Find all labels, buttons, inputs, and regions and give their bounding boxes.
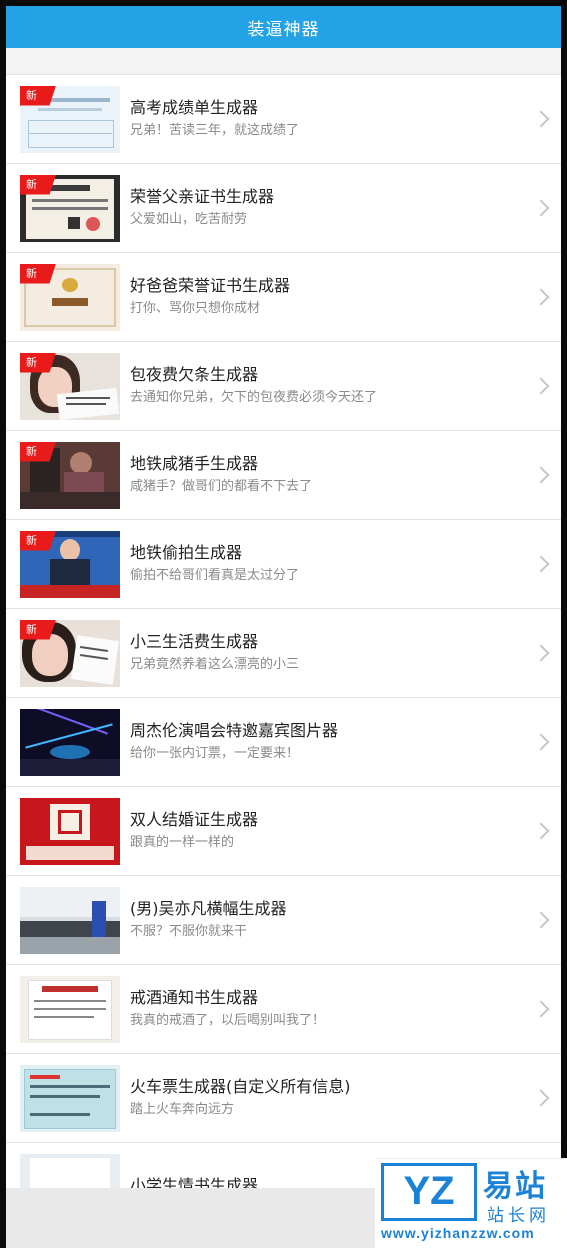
item-subtitle: 打你、骂你只想你成材 — [130, 301, 261, 316]
item-subtitle: 咸猪手？做哥们的都看不下去了 — [130, 479, 313, 494]
banner-thumb — [20, 886, 120, 954]
list-item[interactable]: 新地铁咸猪手生成器咸猪手？做哥们的都看不下去了 — [6, 431, 561, 520]
list-item[interactable]: 双人结婚证生成器跟真的一样一样的 — [6, 787, 561, 876]
list-item[interactable]: 新荣誉父亲证书生成器父爱如山，吃苦耐劳 — [6, 164, 561, 253]
item-text: 双人结婚证生成器跟真的一样一样的 — [130, 809, 561, 853]
concert-thumb — [20, 708, 120, 776]
certificate-thumb: 新 — [20, 174, 120, 242]
news-anchor-thumb: 新 — [20, 530, 120, 598]
list-item[interactable]: 戒酒通知书生成器我真的戒酒了，以后喝别叫我了！ — [6, 965, 561, 1054]
item-text: 周杰伦演唱会特邀嘉宾图片器给你一张内订票，一定要来！ — [130, 720, 561, 764]
list-item[interactable]: 新高考成绩单生成器兄弟！苦读三年，就这成绩了 — [6, 75, 561, 164]
girl-card-thumb: 新 — [20, 619, 120, 687]
item-subtitle: 去通知你兄弟，欠下的包夜费必须今天还了 — [130, 390, 378, 405]
list-item[interactable]: 新好爸爸荣誉证书生成器打你、骂你只想你成材 — [6, 253, 561, 342]
item-title: 地铁咸猪手生成器 — [130, 454, 259, 473]
item-text: 包夜费欠条生成器去通知你兄弟，欠下的包夜费必须今天还了 — [130, 364, 561, 408]
item-subtitle: 不服？不服你就来干 — [130, 924, 248, 939]
item-text: 荣誉父亲证书生成器父爱如山，吃苦耐劳 — [130, 186, 561, 230]
item-subtitle: 踏上火车奔向远方 — [130, 1102, 235, 1117]
item-text: 高考成绩单生成器兄弟！苦读三年，就这成绩了 — [130, 97, 561, 141]
item-title: 高考成绩单生成器 — [130, 98, 259, 117]
item-text: 小三生活费生成器兄弟竟然养着这么漂亮的小三 — [130, 631, 561, 675]
item-text: 戒酒通知书生成器我真的戒酒了，以后喝别叫我了！ — [130, 987, 561, 1031]
watermark-title: 易站 — [483, 1169, 547, 1204]
item-title: 戒酒通知书生成器 — [130, 988, 259, 1007]
list-item[interactable]: 火车票生成器(自定义所有信息) 踏上火车奔向远方 — [6, 1054, 561, 1143]
item-subtitle: 我真的戒酒了，以后喝别叫我了！ — [130, 1013, 326, 1028]
watermark-subtitle: 站长网 — [487, 1206, 550, 1226]
list-item[interactable]: 周杰伦演唱会特邀嘉宾图片器给你一张内订票，一定要来！ — [6, 698, 561, 787]
item-title: 好爸爸荣誉证书生成器 — [130, 276, 291, 295]
item-text: 地铁咸猪手生成器咸猪手？做哥们的都看不下去了 — [130, 453, 561, 497]
train-ticket-thumb — [20, 1064, 120, 1132]
item-text: 地铁偷拍生成器偷拍不给哥们看真是太过分了 — [130, 542, 561, 586]
right-border — [561, 0, 567, 1248]
generator-list: 新高考成绩单生成器 兄弟！苦读三年，就这成绩了新荣誉父亲证书生成器 父爱如山，吃苦耐… — [6, 75, 561, 1232]
list-item[interactable]: 新小三生活费生成器兄弟竟然养着这么漂亮的小三 — [6, 609, 561, 698]
watermark-url: www.yizhanzzw.com — [381, 1225, 535, 1241]
list-item[interactable]: 新地铁偷拍生成器偷拍不给哥们看真是太过分了 — [6, 520, 561, 609]
list-item[interactable]: 新包夜费欠条生成器去通知你兄弟，欠下的包夜费必须今天还了 — [6, 342, 561, 431]
header-bar: 装逼神器 — [6, 6, 561, 48]
list-item[interactable]: (男)吴亦凡横幅生成器不服？不服你就来干 — [6, 876, 561, 965]
item-text: 好爸爸荣誉证书生成器打你、骂你只想你成材 — [130, 275, 561, 319]
app-frame: 装逼神器 新高考成绩单生成器 兄弟！苦读三年，就这成绩了新荣誉父亲证书生成器 父爱如… — [0, 0, 567, 1249]
item-title: 周杰伦演唱会特邀嘉宾图片器 — [130, 721, 339, 740]
item-subtitle: 跟真的一样一样的 — [130, 835, 235, 850]
exam-report-thumb: 新 — [20, 85, 120, 153]
item-subtitle: 兄弟！苦读三年，就这成绩了 — [130, 123, 300, 138]
item-title: 小三生活费生成器 — [130, 632, 259, 651]
item-subtitle: 父爱如山，吃苦耐劳 — [130, 212, 248, 227]
page-title: 装逼神器 — [247, 19, 320, 40]
honor-certificate-thumb: 新 — [20, 263, 120, 331]
notice-thumb — [20, 975, 120, 1043]
item-title: 荣誉父亲证书生成器 — [130, 187, 275, 206]
item-text: (男)吴亦凡横幅生成器不服？不服你就来干 — [130, 898, 561, 942]
girl-note-thumb: 新 — [20, 352, 120, 420]
item-subtitle: 给你一张内订票，一定要来！ — [130, 746, 300, 761]
item-text: 火车票生成器(自定义所有信息) 踏上火车奔向远方 — [130, 1076, 561, 1120]
item-title: 包夜费欠条生成器 — [130, 365, 259, 384]
footer-bar — [6, 1188, 375, 1248]
item-title: 地铁偷拍生成器 — [130, 543, 243, 562]
item-title: 火车票生成器(自定义所有信息) — [130, 1077, 351, 1096]
item-title: (男)吴亦凡横幅生成器 — [130, 899, 287, 918]
watermark-logo: YZ — [381, 1163, 477, 1221]
subway-thumb: 新 — [20, 441, 120, 509]
item-subtitle: 偷拍不给哥们看真是太过分了 — [130, 568, 300, 583]
header-spacer — [6, 48, 561, 75]
item-subtitle: 兄弟竟然养着这么漂亮的小三 — [130, 657, 300, 672]
site-watermark: YZ 易站 站长网 www.yizhanzzw.com — [375, 1158, 567, 1249]
marriage-thumb — [20, 797, 120, 865]
item-title: 双人结婚证生成器 — [130, 810, 259, 829]
